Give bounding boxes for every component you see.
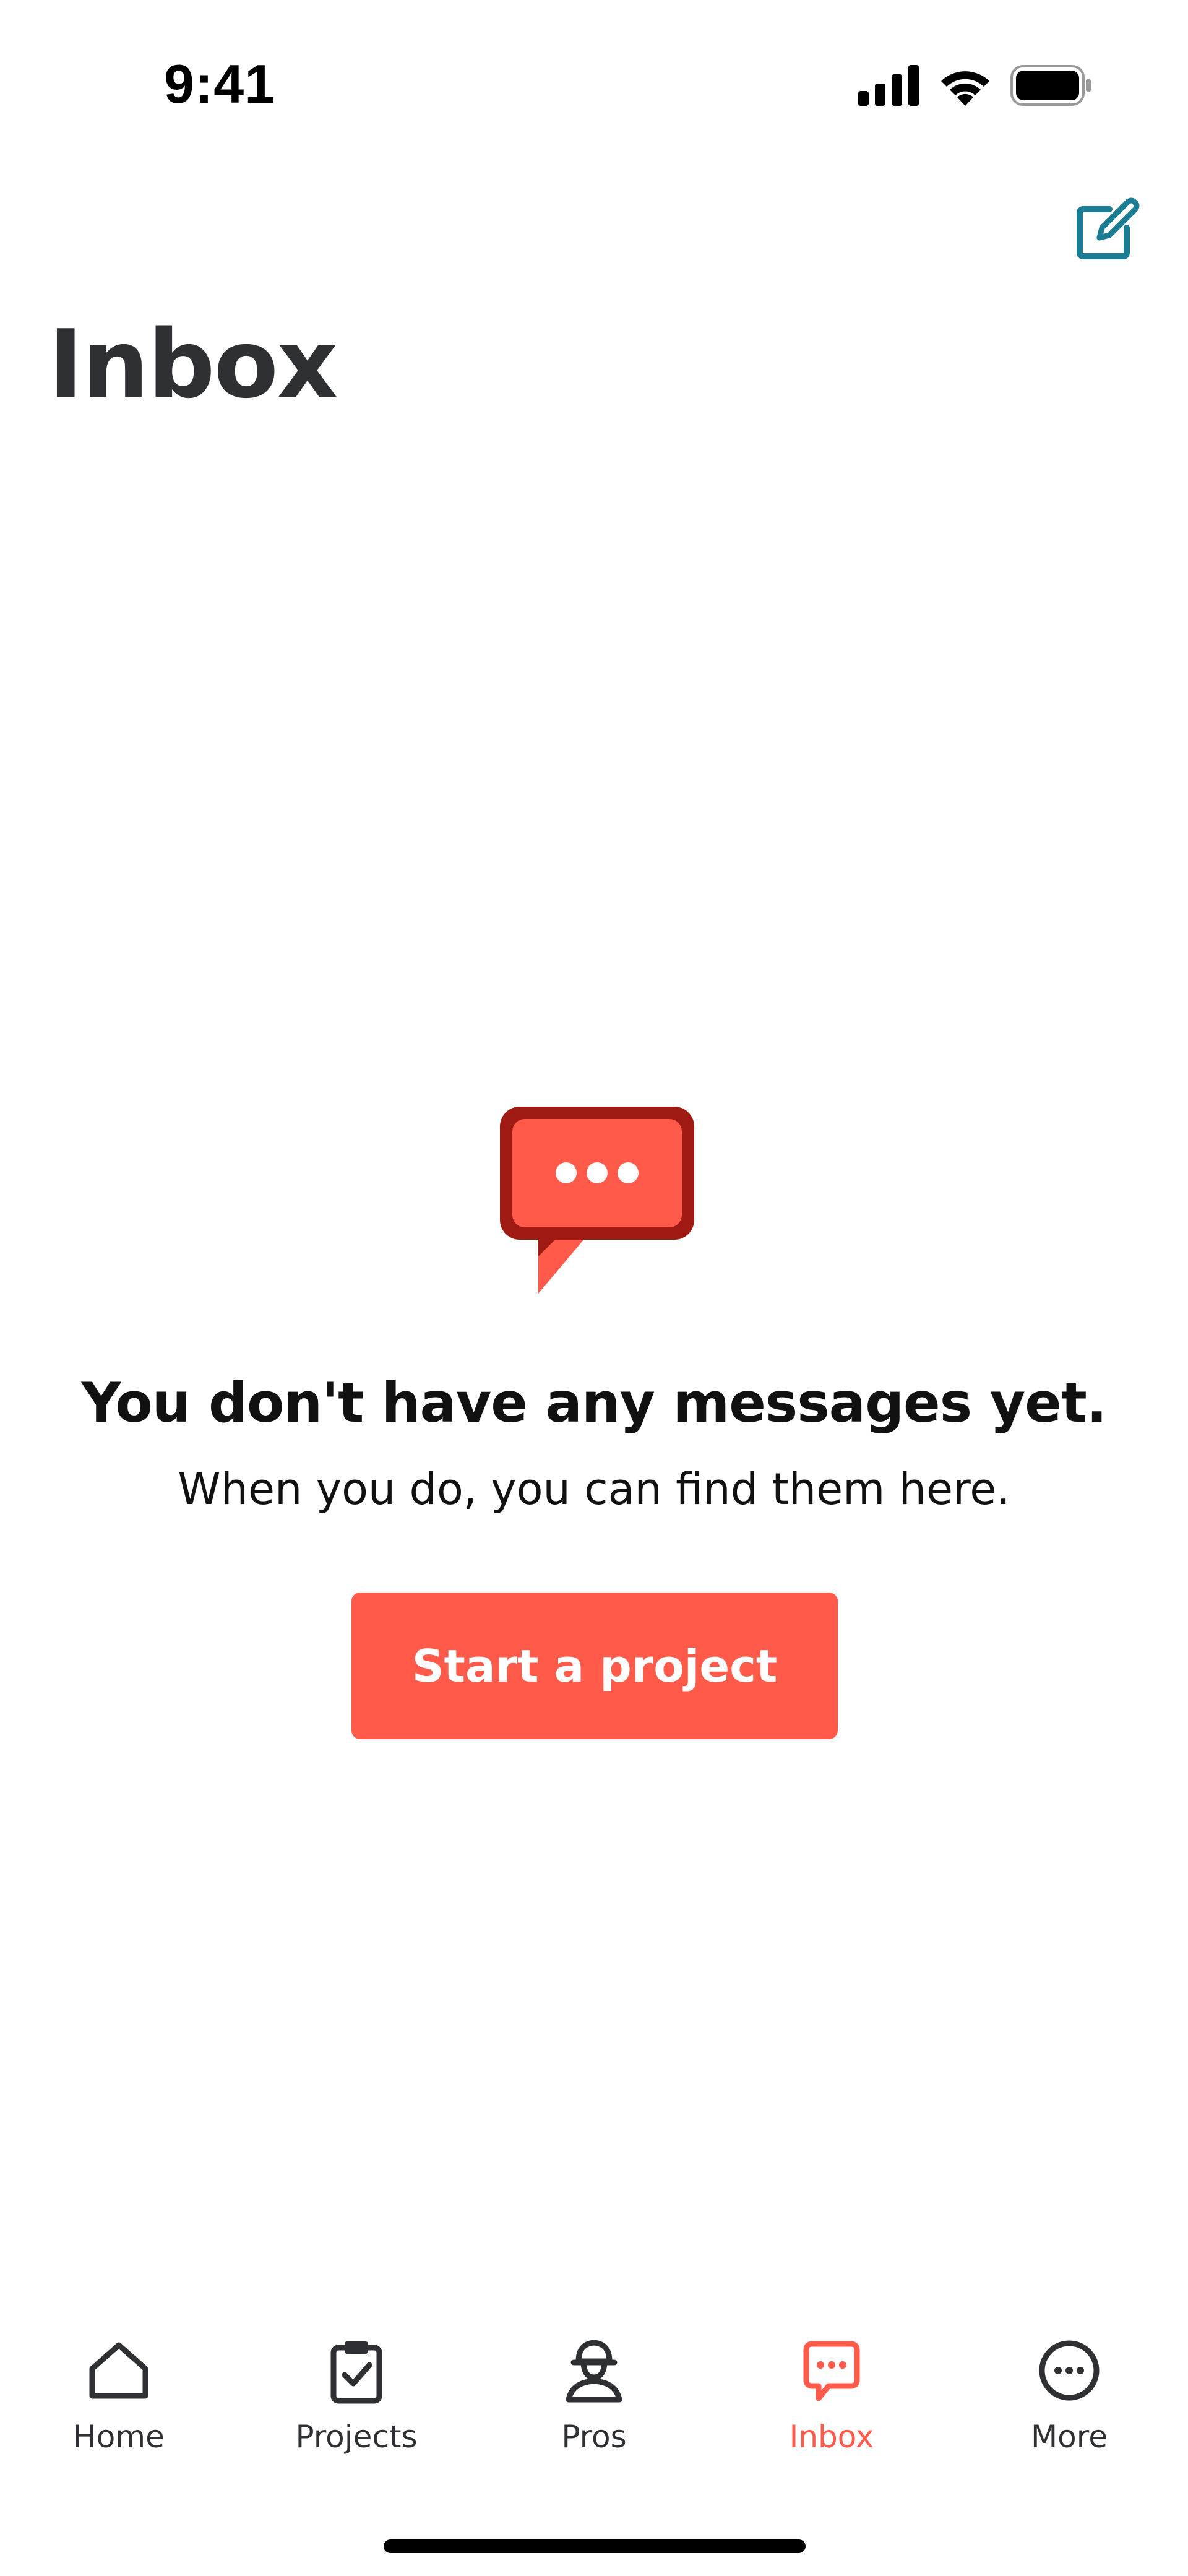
tab-bar: Home Projects Pros Inbox More	[0, 2333, 1188, 2482]
compose-icon	[1076, 197, 1139, 259]
empty-state-subtitle: When you do, you can find them here.	[178, 1464, 1010, 1515]
signal-icon	[858, 65, 919, 106]
chat-bubble-icon	[794, 2333, 869, 2408]
tab-more[interactable]: More	[950, 2333, 1188, 2482]
chat-bubble-icon	[495, 1102, 699, 1300]
tab-home[interactable]: Home	[0, 2333, 238, 2482]
battery-icon	[1010, 65, 1091, 106]
tab-label: Projects	[295, 2419, 418, 2455]
tab-label: Pros	[561, 2419, 627, 2455]
status-time: 9:41	[164, 53, 276, 115]
tab-pros[interactable]: Pros	[475, 2333, 713, 2482]
page-title: Inbox	[48, 309, 338, 419]
tab-projects[interactable]: Projects	[238, 2333, 475, 2482]
compose-button[interactable]	[1070, 195, 1142, 266]
tab-label: Home	[73, 2419, 165, 2455]
tab-label: More	[1031, 2419, 1108, 2455]
clipboard-check-icon	[319, 2333, 394, 2408]
home-indicator[interactable]	[384, 2539, 806, 2553]
pro-person-icon	[557, 2333, 631, 2408]
tab-label: Inbox	[789, 2419, 874, 2455]
empty-state-title: You don't have any messages yet.	[81, 1371, 1108, 1435]
tab-inbox[interactable]: Inbox	[713, 2333, 950, 2482]
status-icons	[858, 65, 1092, 106]
home-icon	[82, 2333, 156, 2408]
more-circle-icon	[1032, 2333, 1106, 2408]
wifi-icon	[941, 71, 989, 106]
start-project-button[interactable]: Start a project	[351, 1593, 838, 1739]
